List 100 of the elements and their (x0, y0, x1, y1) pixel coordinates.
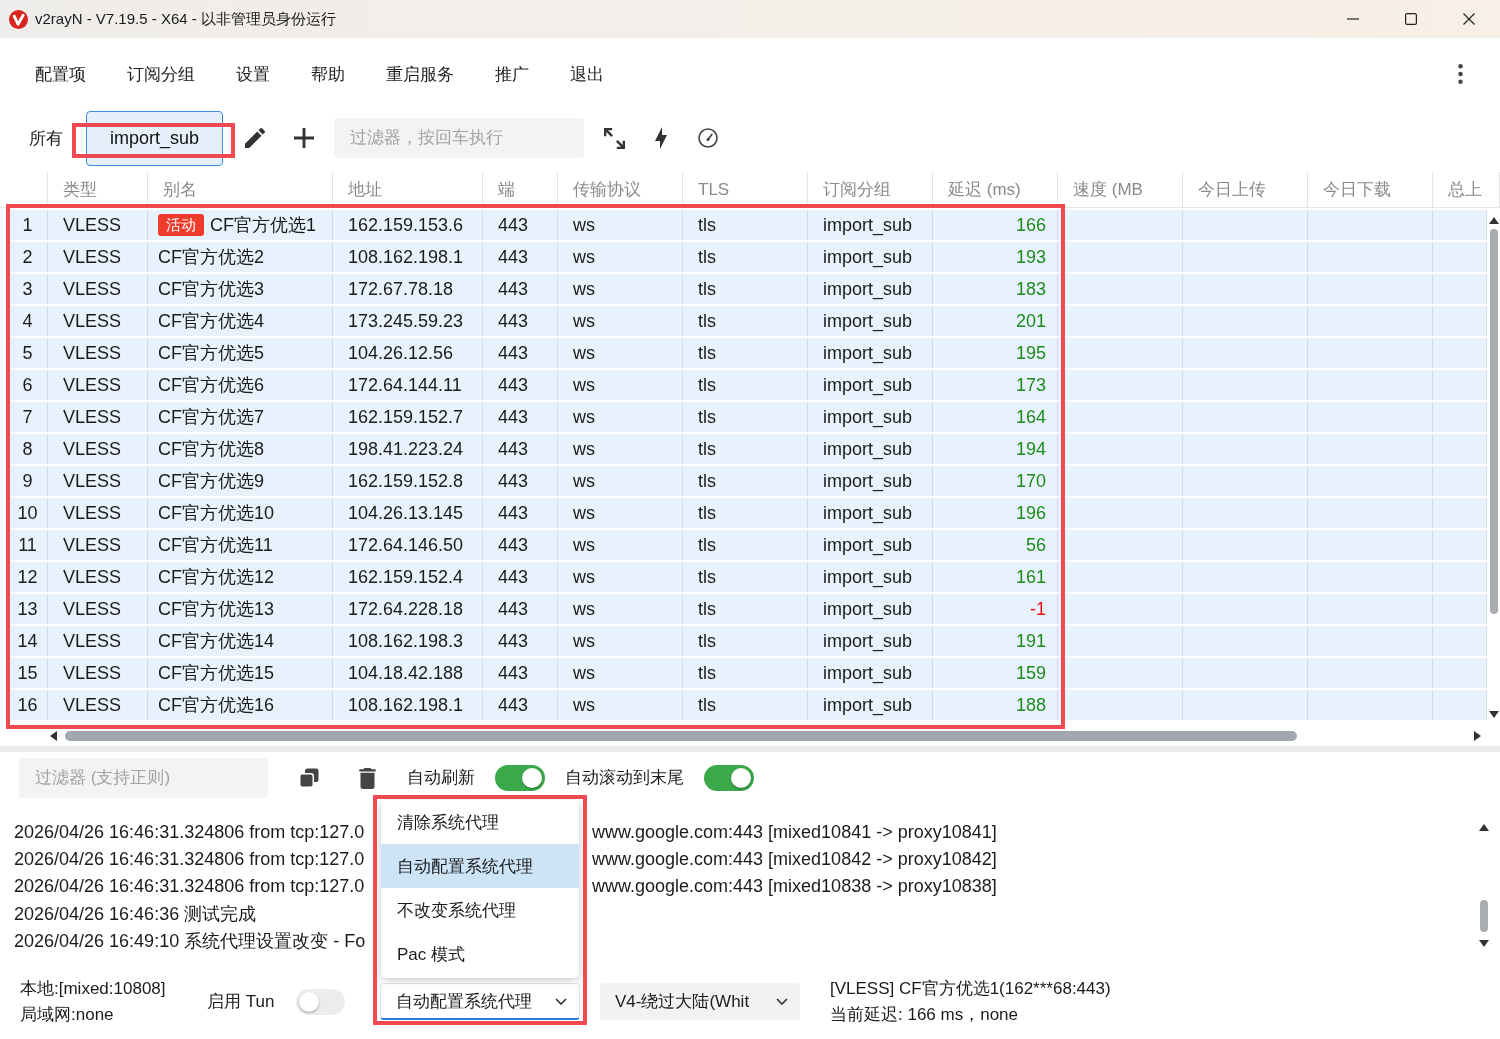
server-name: CF官方优选2 (158, 246, 264, 269)
delay-cell: 191 (933, 626, 1058, 656)
table-cell: tls (683, 562, 808, 592)
group-tab[interactable]: 所有 (28, 110, 64, 166)
row-number: 2 (8, 242, 48, 272)
table-cell: VLESS (48, 626, 148, 656)
scroll-down-icon[interactable] (1478, 940, 1489, 947)
expand-icon[interactable] (604, 127, 625, 149)
more-options-icon[interactable] (1458, 64, 1463, 84)
table-cell: VLESS (48, 466, 148, 496)
row-number: 7 (8, 402, 48, 432)
table-cell: 104.18.42.188 (333, 658, 483, 688)
menu-option[interactable]: 不改变系统代理 (381, 888, 579, 932)
server-name: CF官方优选16 (158, 694, 274, 717)
table-cell: ws (558, 274, 683, 304)
delay-cell: 193 (933, 242, 1058, 272)
plus-icon[interactable] (294, 128, 314, 148)
table-cell: VLESS (48, 338, 148, 368)
table-cell: 443 (483, 210, 558, 240)
menu-option[interactable]: 清除系统代理 (381, 800, 579, 844)
pencil-icon[interactable] (245, 128, 265, 148)
scroll-left-icon[interactable] (50, 731, 57, 741)
table-cell: tls (683, 594, 808, 624)
scroll-up-icon[interactable] (1488, 217, 1499, 224)
table-cell: 162.159.152.4 (333, 562, 483, 592)
column-header[interactable]: 总上 (1433, 172, 1500, 207)
menu-item[interactable]: 帮助 (301, 54, 355, 94)
column-header[interactable]: 今日上传 (1183, 172, 1308, 207)
scroll-right-icon[interactable] (1474, 731, 1481, 741)
menu-item[interactable]: 订阅分组 (117, 54, 205, 94)
table-cell: VLESS (48, 658, 148, 688)
scrollbar-thumb[interactable] (1479, 900, 1488, 932)
table-cell: 104.26.13.145 (333, 498, 483, 528)
close-icon[interactable] (1463, 13, 1475, 25)
scrollbar-thumb[interactable] (1489, 229, 1498, 614)
menu-option[interactable]: 自动配置系统代理 (381, 844, 579, 888)
menu-item[interactable]: 配置项 (25, 54, 96, 94)
column-header[interactable]: 订阅分组 (808, 172, 933, 207)
menu-item[interactable]: 重启服务 (376, 54, 464, 94)
delay-cell: 173 (933, 370, 1058, 400)
table-cell (1433, 530, 1487, 560)
trash-icon[interactable] (359, 767, 376, 789)
table-cell: 172.67.78.18 (333, 274, 483, 304)
table-cell: import_sub (808, 210, 933, 240)
chevron-down-icon (555, 997, 567, 1005)
table-cell: ws (558, 658, 683, 688)
column-header[interactable]: 速度 (MB (1058, 172, 1183, 207)
column-header[interactable]: 地址 (333, 172, 483, 207)
table-cell: import_sub (808, 626, 933, 656)
table-cell: ws (558, 210, 683, 240)
table-cell: tls (683, 402, 808, 432)
column-header[interactable]: 类型 (48, 172, 148, 207)
delay-cell: 170 (933, 466, 1058, 496)
table-cell: import_sub (808, 274, 933, 304)
table-cell: 443 (483, 338, 558, 368)
toggle-switch[interactable] (704, 765, 754, 791)
toggle-switch[interactable] (495, 765, 545, 791)
copy-icon[interactable] (299, 768, 319, 788)
maximize-icon[interactable] (1405, 13, 1417, 25)
column-header[interactable]: 别名 (148, 172, 333, 207)
filter-field[interactable]: 过滤器，按回车执行 (334, 118, 584, 158)
gauge-icon[interactable] (698, 128, 718, 148)
table-cell: ws (558, 434, 683, 464)
log-filter-field[interactable]: 过滤器 (支持正则) (19, 758, 268, 798)
proxy-mode-dropdown[interactable]: 自动配置系统代理 (380, 983, 580, 1020)
toggle-label: 自动刷新 (407, 767, 475, 789)
row-number: 1 (8, 210, 48, 240)
table-cell (1433, 210, 1487, 240)
log-text: 2026/04/26 16:46:31.324806 from tcp:127.0 (14, 822, 365, 843)
server-name: CF官方优选5 (158, 342, 264, 365)
row-number: 3 (8, 274, 48, 304)
table-cell (1433, 562, 1487, 592)
delay-cell: 161 (933, 562, 1058, 592)
column-header[interactable]: 传输协议 (558, 172, 683, 207)
toggle-switch[interactable] (296, 988, 345, 1015)
routing-dropdown[interactable]: V4-绕过大陆(Whit (600, 983, 800, 1020)
column-header[interactable]: 延迟 (ms) (933, 172, 1058, 207)
column-header[interactable]: 今日下载 (1308, 172, 1433, 207)
menu-item[interactable]: 设置 (226, 54, 280, 94)
server-name: CF官方优选9 (158, 470, 264, 493)
status-text: [VLESS] CF官方优选1(162***68:443) (830, 977, 1111, 1000)
app-logo-icon (9, 9, 28, 29)
column-header[interactable]: 端 (483, 172, 558, 207)
menu-option[interactable]: Pac 模式 (381, 932, 579, 976)
toggle-label: 自动滚动到末尾 (565, 767, 684, 789)
row-number: 10 (8, 498, 48, 528)
scroll-up-icon[interactable] (1478, 824, 1489, 831)
menu-item[interactable]: 退出 (560, 54, 614, 94)
table-cell: tls (683, 210, 808, 240)
table-cell: 443 (483, 370, 558, 400)
lightning-icon[interactable] (655, 127, 667, 149)
scroll-down-icon[interactable] (1488, 711, 1499, 718)
menu-item[interactable]: 推广 (485, 54, 539, 94)
delay-cell: 196 (933, 498, 1058, 528)
table-cell: ws (558, 306, 683, 336)
server-name: CF官方优选10 (158, 502, 274, 525)
table-cell: tls (683, 658, 808, 688)
scrollbar-thumb[interactable] (65, 731, 1297, 741)
server-name: CF官方优选13 (158, 598, 274, 621)
delay-cell: 188 (933, 690, 1058, 720)
